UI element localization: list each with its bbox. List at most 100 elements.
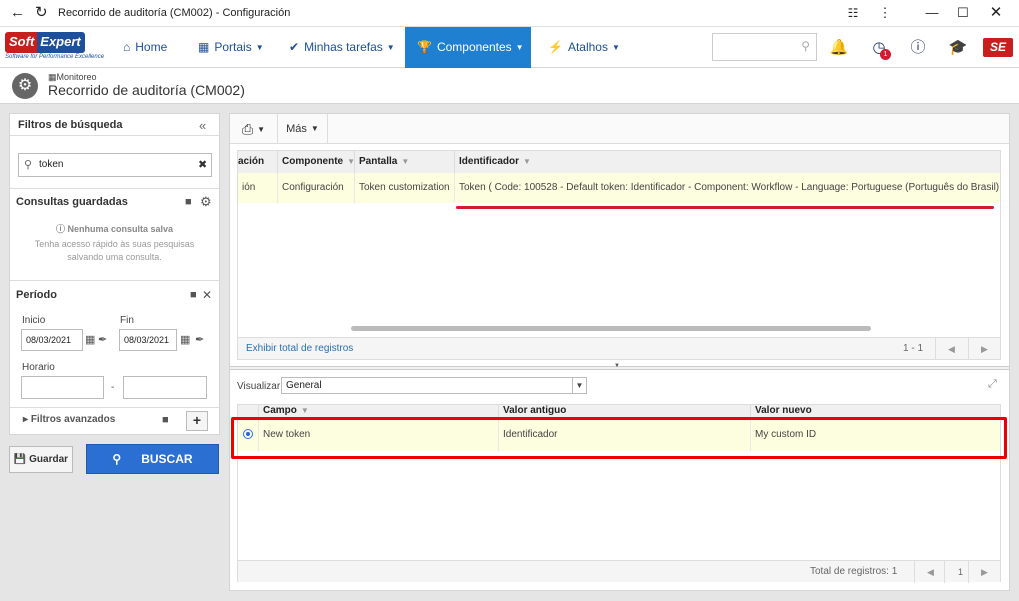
search-icon: ⚲	[24, 159, 33, 171]
save-button-label: Guardar	[29, 454, 69, 465]
search-button[interactable]: ⚲ BUSCAR	[86, 444, 219, 474]
window-title: Recorrido de auditoría (CM002) - Configu…	[58, 7, 291, 19]
col-label: Componente	[282, 156, 344, 167]
help-icon[interactable]: ⓘ	[908, 38, 928, 58]
period-header: Período	[16, 289, 57, 301]
maximize-button[interactable]: ☐	[948, 3, 978, 23]
grid-header-pantalla[interactable]: Pantalla ▼	[355, 151, 455, 173]
col-label: Valor antiguo	[503, 405, 567, 416]
broom-icon[interactable]: ■	[190, 289, 197, 301]
sort-icon: ▼	[401, 157, 410, 166]
chevron-down-icon[interactable]: ▼	[572, 378, 586, 393]
table-cell[interactable]: Token customization	[355, 173, 455, 203]
show-total-link[interactable]: Exhibir total de registros	[246, 338, 353, 360]
detail-grid-footer: Total de registros: 1 ◀ 1 ▶	[238, 560, 1000, 583]
nav-portais-label: Portais	[214, 40, 252, 54]
table-cell[interactable]: Token ( Code: 100528 - Default token: Id…	[455, 173, 1000, 203]
no-saved-label: Nenhuma consulta salva	[67, 224, 174, 234]
caret-down-icon: ▼	[611, 43, 620, 53]
time-label: Horario	[22, 362, 55, 373]
filter-panel-header: Filtros de búsqueda	[10, 114, 219, 136]
collapse-double-chevron-icon[interactable]: «	[199, 118, 206, 133]
grid-header-accion[interactable]: ación	[238, 151, 278, 173]
page-title: Recorrido de auditoría (CM002)	[48, 82, 245, 98]
graduation-cap-icon[interactable]: 🎓	[948, 38, 968, 58]
eyedropper-icon[interactable]: ✒	[195, 333, 204, 346]
nav-search-input[interactable]: ⚲	[712, 33, 817, 61]
results-panel: ⎙ ▼ Más ▼ ación Componente ▼ Pantalla ▼ Iden…	[229, 113, 1010, 591]
save-button[interactable]: 💾 Guardar	[9, 446, 73, 473]
expand-icon[interactable]: ⤢	[988, 378, 997, 391]
time-end-input[interactable]	[123, 376, 207, 399]
view-select[interactable]: General	[281, 377, 587, 394]
info-icon: ⓘ	[55, 224, 65, 234]
bell-icon[interactable]: 🔔	[829, 38, 849, 58]
menu-dots-icon[interactable]: ⋮	[870, 3, 900, 23]
time-separator: -	[111, 382, 115, 393]
print-button[interactable]: ⎙ ▼	[230, 114, 278, 144]
minimize-button[interactable]: —	[917, 3, 947, 23]
paging-info: 1 - 1	[903, 343, 924, 354]
filter-header-label: Filtros de búsqueda	[18, 119, 123, 131]
reload-icon[interactable]: ↻	[35, 4, 48, 22]
filter-panel: Filtros de búsqueda « token ⚲ ✖ Consulta…	[9, 113, 220, 435]
nav-componentes[interactable]: 🏆 Componentes ▼	[405, 27, 531, 68]
close-button[interactable]: ✕	[981, 3, 1011, 23]
end-date-input[interactable]: 08/03/2021	[119, 329, 177, 351]
back-arrow-icon[interactable]: ←	[10, 4, 25, 22]
nav-home[interactable]: ⌂ Home	[123, 27, 167, 68]
end-label: Fin	[120, 315, 134, 326]
next-page-icon[interactable]: ▶	[968, 561, 1000, 583]
se-logo[interactable]: SE	[983, 38, 1013, 57]
nav-portais[interactable]: ▦ Portais ▼	[198, 27, 264, 68]
extension-puzzle-icon[interactable]: ☷	[838, 3, 868, 23]
prev-page-icon[interactable]: ◀	[935, 338, 967, 360]
no-saved-queries: ⓘ Nenhuma consulta salva	[10, 222, 219, 235]
check-icon: ✔	[289, 40, 300, 54]
col-label: ación	[238, 156, 265, 167]
bolt-icon: ⚡	[548, 40, 563, 54]
col-label: Valor nuevo	[755, 405, 812, 416]
grid-icon: ▦	[198, 40, 210, 54]
grid-small-icon: ▦	[48, 72, 57, 82]
add-filter-button[interactable]: +	[186, 411, 208, 431]
prev-page-icon[interactable]: ◀	[914, 561, 946, 583]
home-icon: ⌂	[123, 40, 131, 54]
sort-icon: ▼	[523, 157, 531, 166]
gear-icon[interactable]: ⚙	[200, 194, 212, 210]
col-label: Pantalla	[359, 156, 398, 167]
splitter-handle-icon[interactable]: ▼	[614, 363, 620, 369]
broom-icon[interactable]: ■	[185, 196, 192, 208]
eyedropper-icon[interactable]: ✒	[98, 333, 107, 346]
no-saved-hint: Tenha acesso rápido às suas pesquisas sa…	[34, 239, 195, 262]
table-cell[interactable]: ión	[238, 173, 278, 203]
start-date-input[interactable]: 08/03/2021	[21, 329, 83, 351]
calendar-icon[interactable]: ▦	[180, 333, 190, 346]
more-menu[interactable]: Más ▼	[278, 114, 328, 144]
grid-footer: Exhibir total de registros 1 - 1 ◀ ▶	[238, 337, 1000, 360]
total-records: Total de registros: 1	[810, 566, 898, 577]
grid-header-identificador[interactable]: Identificador ▼	[455, 151, 1000, 173]
broom-icon[interactable]: ■	[162, 414, 169, 426]
calendar-icon[interactable]: ▦	[85, 333, 95, 346]
grid-header-componente[interactable]: Componente ▼	[278, 151, 355, 173]
logo-expert: Expert	[37, 32, 85, 53]
next-page-icon[interactable]: ▶	[968, 338, 1000, 360]
time-start-input[interactable]	[21, 376, 104, 399]
softexpert-logo[interactable]: Soft Expert Software for Performance Exce…	[5, 32, 104, 62]
nav-componentes-label: Componentes	[436, 40, 512, 54]
nav-tarefas[interactable]: ✔ Minhas tarefas ▼	[289, 27, 395, 68]
search-input[interactable]: token	[18, 153, 212, 177]
nav-atalhos-label: Atalhos	[567, 40, 608, 54]
clear-icon[interactable]: ✖	[198, 158, 207, 171]
nav-home-label: Home	[135, 40, 168, 54]
horizontal-scrollbar[interactable]	[351, 326, 871, 331]
nav-atalhos[interactable]: ⚡ Atalhos ▼	[548, 27, 620, 68]
gear-icon: ⚙	[12, 73, 38, 99]
advanced-filters-toggle[interactable]: ▸ Filtros avanzados	[23, 414, 115, 425]
window-titlebar: ← ↻ Recorrido de auditoría (CM002) - Con…	[0, 0, 1019, 27]
search-icon: ⚲	[801, 39, 810, 53]
close-icon[interactable]: ✕	[202, 288, 212, 302]
printer-icon: ⎙	[241, 121, 254, 137]
table-cell[interactable]: Configuración	[278, 173, 355, 203]
